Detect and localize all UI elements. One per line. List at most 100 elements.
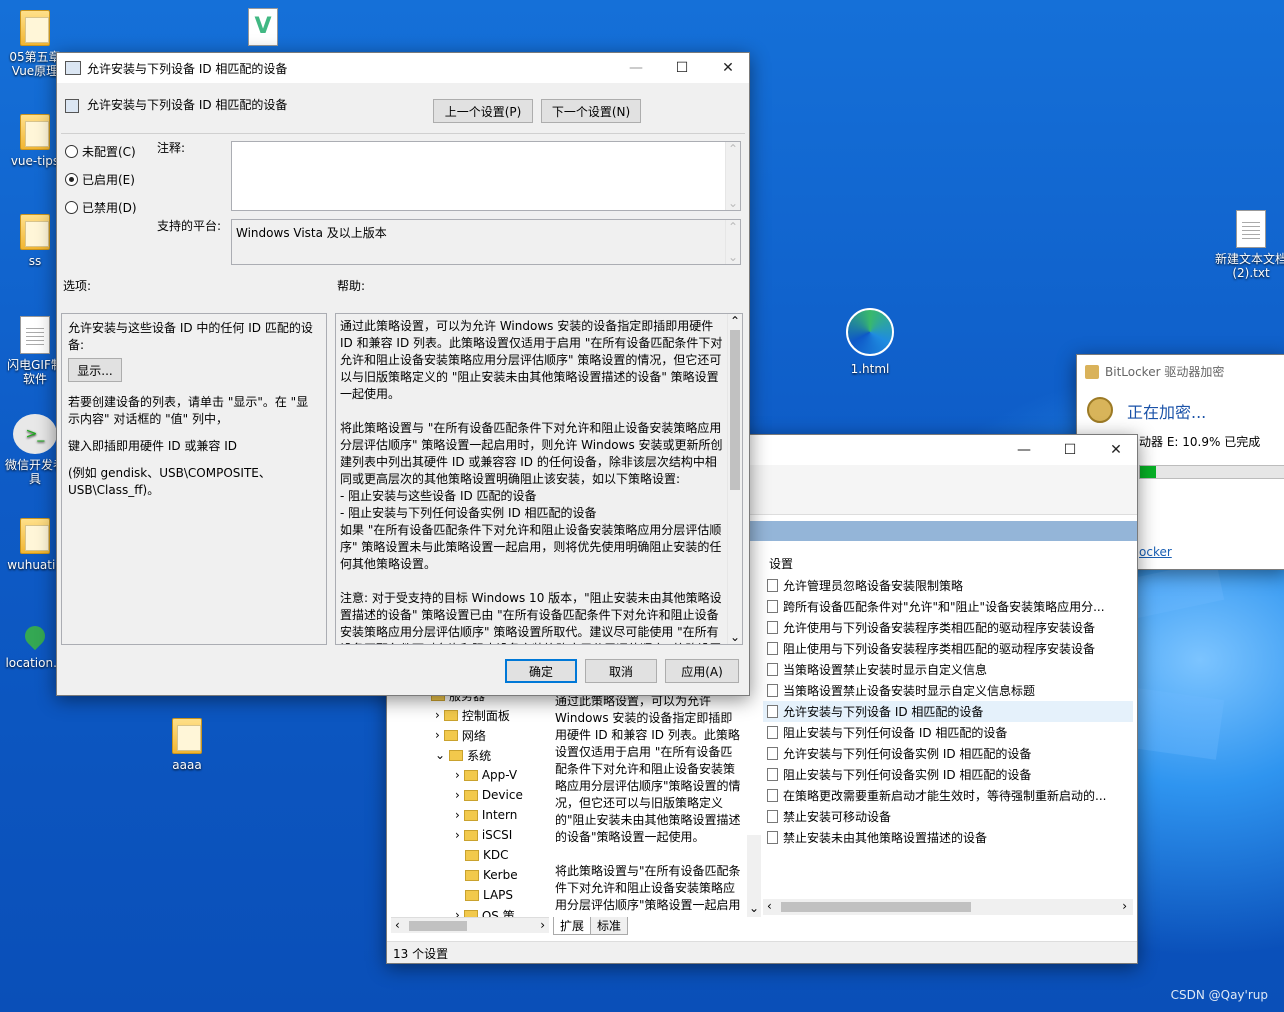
chevron-left-icon: ‹ (767, 899, 772, 913)
scroll-thumb (730, 330, 740, 490)
chevron-right-icon: › (455, 808, 460, 822)
tree-item[interactable]: ⌄ 系统 (435, 745, 491, 765)
bitlocker-status: 正在加密... (1127, 403, 1207, 422)
minimize-button[interactable]: — (1001, 435, 1047, 465)
policy-dialog: 允许安装与下列设备 ID 相匹配的设备 — ☐ ✕ 允许安装与下列设备 ID 相… (56, 52, 750, 696)
policy-setting-icon (767, 768, 778, 781)
column-header-setting[interactable]: 设置 (769, 555, 793, 572)
tree-item[interactable]: › iSCSI (455, 825, 512, 845)
cancel-button[interactable]: 取消 (585, 659, 657, 683)
chevron-right-icon: › (455, 788, 460, 802)
description-text: 通过此策略设置，可以为允许 Windows 安装的设备指定即插即用硬件 ID 和… (555, 694, 741, 912)
setting-label: 禁止安装未由其他策略设置描述的设备 (783, 831, 988, 845)
platform-value: Windows Vista 及以上版本 (236, 226, 387, 240)
setting-row[interactable]: 在策略更改需要重新启动才能生效时，等待强制重新启动的... (763, 785, 1133, 806)
bitlocker-progress-fill (1140, 466, 1157, 478)
apply-button[interactable]: 应用(A) (665, 659, 739, 683)
setting-row[interactable]: 阻止安装与下列任何设备实例 ID 相匹配的设备 (763, 764, 1133, 785)
radio-label: 已启用(E) (82, 173, 135, 187)
setting-row[interactable]: 禁止安装未由其他策略设置描述的设备 (763, 827, 1133, 848)
bitlocker-progress-bar (1139, 465, 1284, 479)
platform-label: 支持的平台: (157, 219, 222, 233)
tree-item[interactable]: › 控制面板 (435, 705, 510, 725)
platform-scrollbar[interactable]: ⌃ ⌄ (725, 220, 740, 264)
maximize-button[interactable]: ☐ (1047, 435, 1093, 465)
tree-item[interactable]: LAPS (465, 885, 513, 905)
folder-icon (465, 889, 479, 901)
tab-standard[interactable]: 标准 (591, 917, 629, 935)
settings-hscroll[interactable]: ‹ › (763, 899, 1133, 915)
close-button[interactable]: ✕ (705, 53, 751, 83)
setting-label: 阻止安装与下列任何设备实例 ID 相匹配的设备 (783, 768, 1032, 782)
desktop-icon-vue-file[interactable]: V (226, 8, 300, 46)
tree-label: Intern (481, 808, 518, 822)
options-label: 选项: (63, 279, 92, 293)
chevron-right-icon: › (435, 728, 440, 742)
edge-icon (846, 308, 894, 356)
next-setting-button[interactable]: 下一个设置(N) (541, 99, 641, 123)
header-divider (61, 133, 745, 134)
setting-row[interactable]: 阻止使用与下列设备安装程序类相匹配的驱动程序安装设备 (763, 638, 1133, 659)
chevron-right-icon: › (435, 708, 440, 722)
policy-header-icon (65, 99, 79, 113)
tree-item[interactable]: › Device (455, 785, 523, 805)
setting-label: 阻止使用与下列设备安装程序类相匹配的驱动程序安装设备 (783, 642, 1096, 656)
close-button[interactable]: ✕ (1093, 435, 1139, 465)
tree-hscroll[interactable]: ‹ › (391, 917, 549, 933)
policy-setting-icon (767, 810, 778, 823)
chevron-down-icon: ⌄ (728, 196, 739, 210)
tab-extended[interactable]: 扩展 (553, 917, 592, 935)
dialog-title: 允许安装与下列设备 ID 相匹配的设备 (87, 62, 288, 76)
description-scrollbar[interactable]: ⌄ (747, 835, 761, 917)
folder-icon (463, 829, 478, 841)
maximize-button[interactable]: ☐ (659, 53, 705, 83)
setting-row[interactable]: 跨所有设备匹配条件对"允许"和"阻止"设备安装策略应用分... (763, 596, 1133, 617)
desktop-icon-label: 1.html (850, 362, 890, 376)
watermark: CSDN @Qay'rup (1170, 988, 1268, 1002)
show-button[interactable]: 显示... (68, 358, 122, 382)
ok-button[interactable]: 确定 (505, 659, 577, 683)
setting-row[interactable]: 阻止安装与下列任何设备 ID 相匹配的设备 (763, 722, 1133, 743)
chevron-right-icon: › (455, 768, 460, 782)
desktop-icon-txt[interactable]: 新建文本文档 (2).txt (1206, 210, 1284, 280)
tree-item[interactable]: › App-V (455, 765, 517, 785)
tree-item[interactable]: Kerbe (465, 865, 518, 885)
folder-icon (465, 869, 479, 881)
tree-item[interactable]: › Intern (455, 805, 517, 825)
setting-row[interactable]: 允许安装与下列设备 ID 相匹配的设备 (763, 701, 1133, 722)
chevron-left-icon: ‹ (395, 918, 400, 932)
setting-row[interactable]: 禁止安装可移动设备 (763, 806, 1133, 827)
setting-row[interactable]: 允许使用与下列设备安装程序类相匹配的驱动程序安装设备 (763, 617, 1133, 638)
comment-textarea[interactable]: ⌃ ⌄ (231, 141, 741, 211)
tree-item[interactable]: › 网络 (435, 725, 486, 745)
desktop-icon-folder[interactable]: aaaa (150, 718, 224, 772)
minimize-button[interactable]: — (613, 53, 659, 83)
help-scrollbar[interactable]: ⌃ ⌄ (727, 314, 742, 644)
setting-label: 当策略设置禁止设备安装时显示自定义信息标题 (783, 684, 1036, 698)
folder-icon (20, 518, 50, 554)
options-text: 键入即插即用硬件 ID 或兼容 ID (68, 439, 238, 453)
desktop-icon-label: 新建文本文档 (2).txt (1214, 252, 1284, 280)
comment-scrollbar[interactable]: ⌃ ⌄ (725, 142, 740, 210)
setting-row[interactable]: 当策略设置禁止安装时显示自定义信息 (763, 659, 1133, 680)
setting-label: 阻止安装与下列任何设备 ID 相匹配的设备 (783, 726, 1008, 740)
setting-row[interactable]: 当策略设置禁止设备安装时显示自定义信息标题 (763, 680, 1133, 701)
settings-items: 允许管理员忽略设备安装限制策略 跨所有设备匹配条件对"允许"和"阻止"设备安装策略… (763, 575, 1133, 899)
bitlocker-link[interactable]: ocker (1139, 545, 1172, 559)
previous-setting-button[interactable]: 上一个设置(P) (433, 99, 533, 123)
policy-icon (65, 61, 81, 75)
policy-setting-icon (767, 621, 778, 634)
radio-enabled[interactable]: 已启用(E) (65, 171, 135, 188)
chevron-right-icon: › (455, 828, 460, 842)
vue-icon: V (248, 8, 278, 46)
setting-row[interactable]: 允许安装与下列任何设备实例 ID 相匹配的设备 (763, 743, 1133, 764)
radio-disabled[interactable]: 已禁用(D) (65, 199, 137, 216)
setting-row[interactable]: 允许管理员忽略设备安装限制策略 (763, 575, 1133, 596)
tree-item[interactable]: KDC (465, 845, 509, 865)
folder-icon (463, 769, 478, 781)
bitlocker-icon (1085, 364, 1099, 379)
desktop-icon-html[interactable]: 1.html (833, 308, 907, 376)
chevron-up-icon: ⌃ (730, 314, 741, 328)
chevron-down-icon: ⌄ (435, 748, 446, 762)
radio-not-configured[interactable]: 未配置(C) (65, 143, 136, 160)
